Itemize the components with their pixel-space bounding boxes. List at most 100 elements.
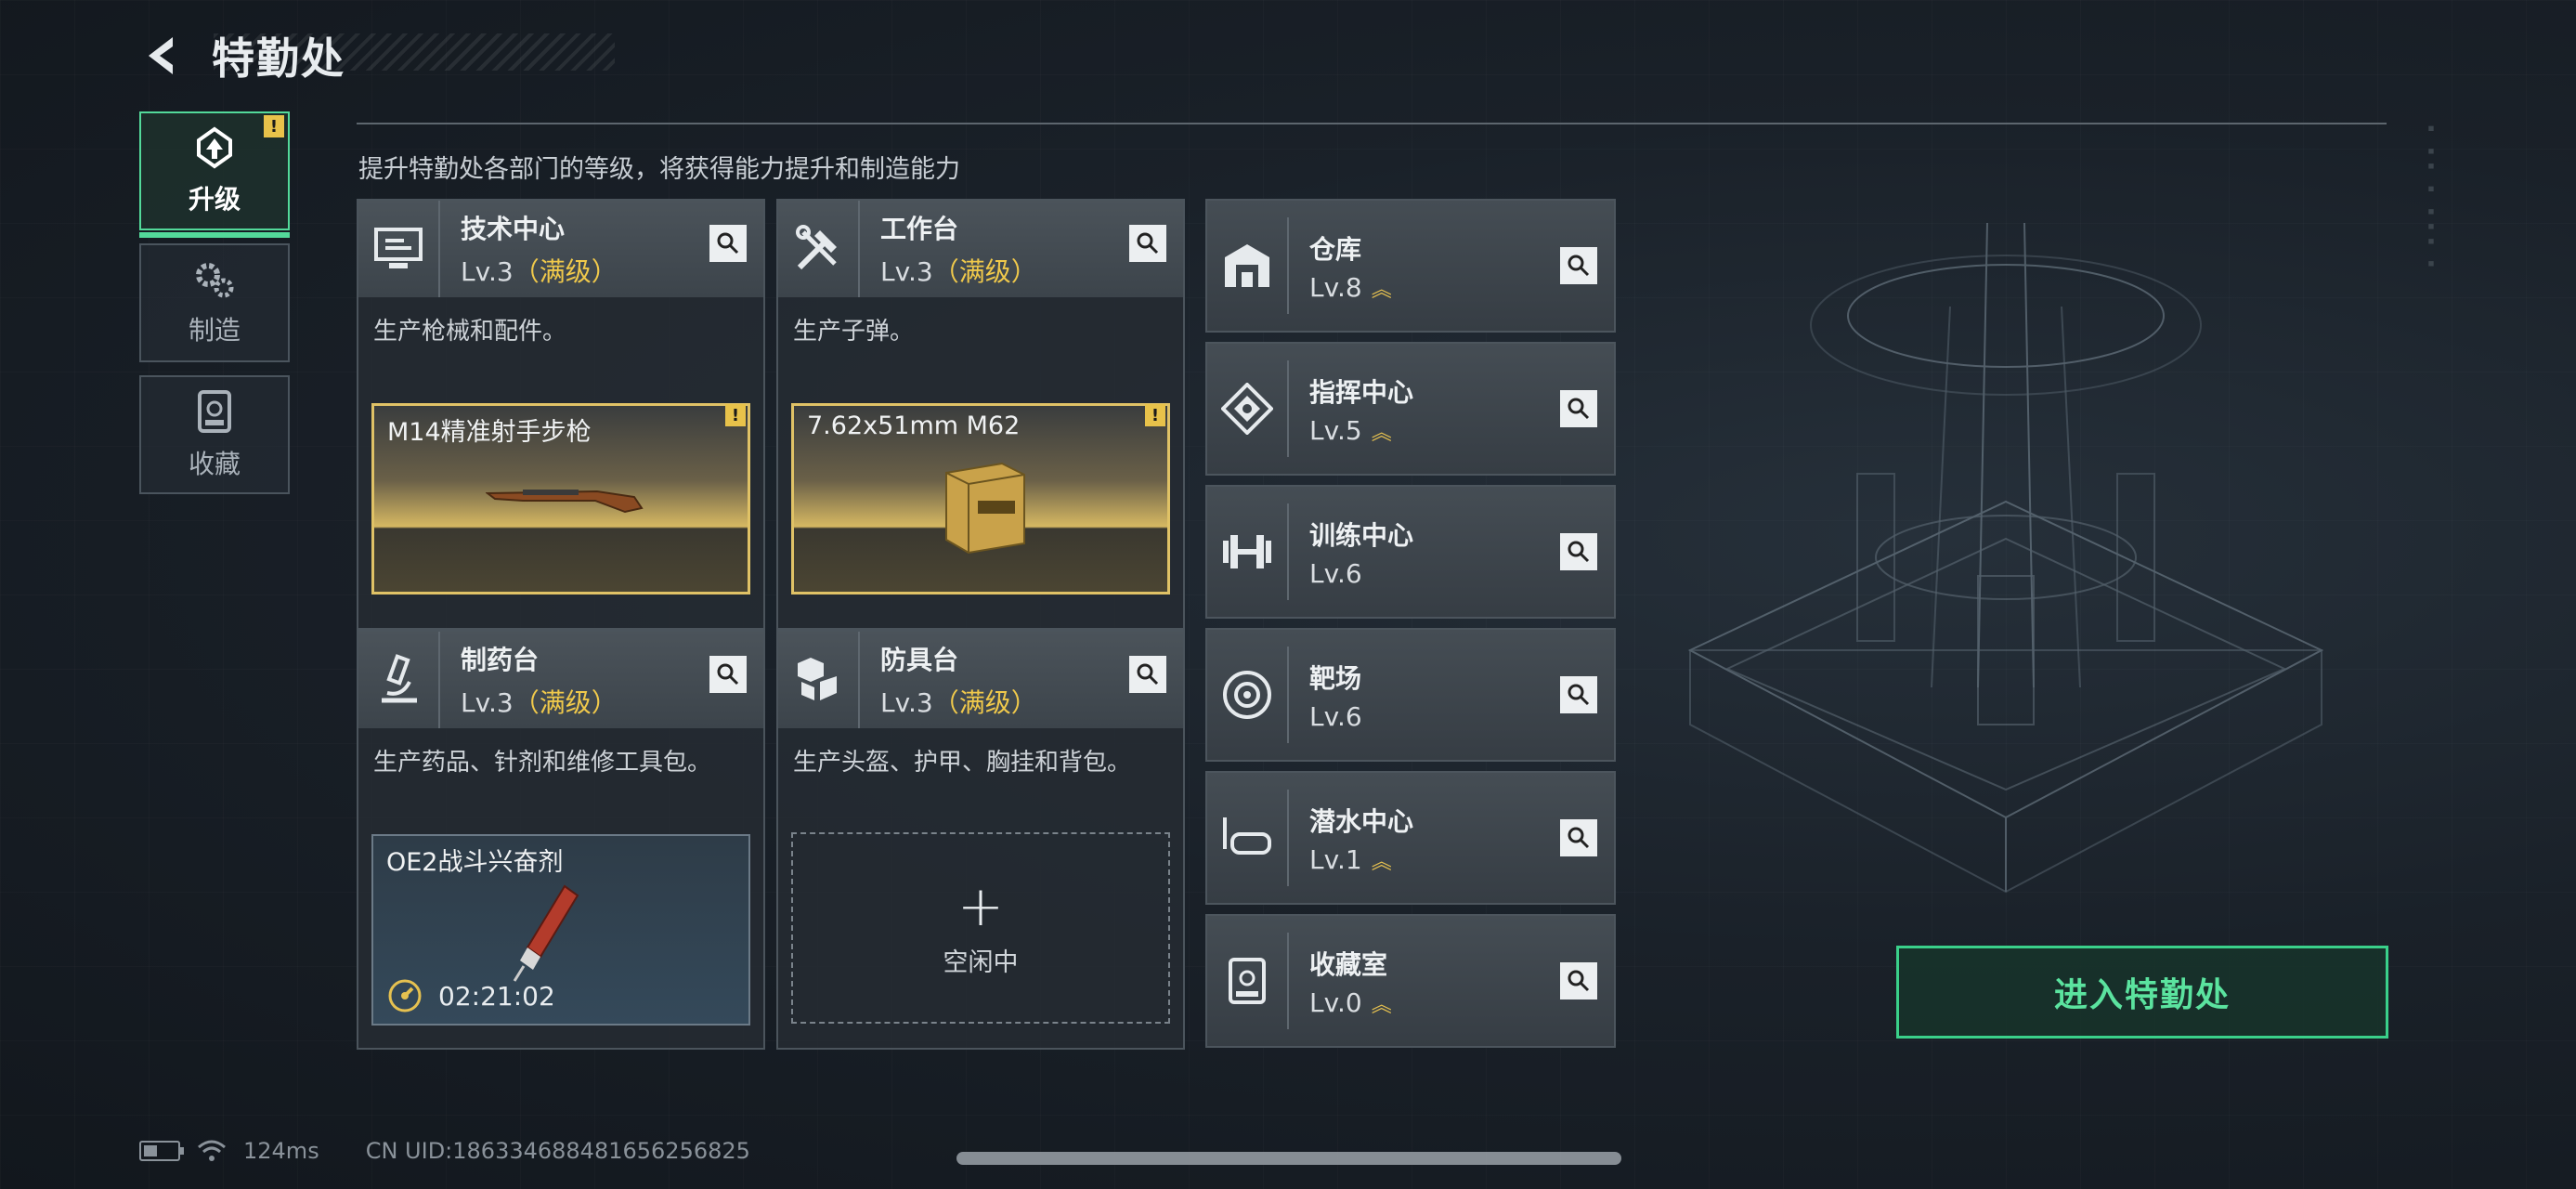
stimulant-syringe-image xyxy=(513,884,579,982)
department-card-workbench[interactable]: 工作台 Lv.3（满级） 生产子弹。 ! 7.62x51mm M62 xyxy=(776,199,1185,630)
department-row-command-center[interactable]: 指挥中心 Lv.5 ︽ xyxy=(1205,342,1616,476)
department-level: Lv.3 xyxy=(880,256,933,287)
nav-label: 升级 xyxy=(188,184,241,215)
department-level: Lv.1 xyxy=(1309,843,1362,875)
product-name: 7.62x51mm M62 xyxy=(807,412,1021,440)
alert-badge: ! xyxy=(725,404,746,426)
department-description: 生产药品、针剂和维修工具包。 xyxy=(373,749,712,777)
upgrade-available-icon: ︽ xyxy=(1371,421,1392,445)
department-level: Lv.8 xyxy=(1309,271,1362,303)
search-icon xyxy=(1568,827,1590,849)
card-header: 防具台 Lv.3（满级） xyxy=(778,632,1183,728)
enter-special-ops-button[interactable]: 进入特勤处 xyxy=(1896,946,2388,1039)
search-button[interactable] xyxy=(1129,656,1166,693)
department-name: 靶场 xyxy=(1309,662,1362,694)
search-button[interactable] xyxy=(709,656,747,693)
department-name: 收藏室 xyxy=(1309,948,1388,980)
department-row-shooting-range[interactable]: 靶场 Lv.6 xyxy=(1205,628,1616,762)
user-uid: CN UID:18633468848165625682​5 xyxy=(365,1138,750,1164)
command-center-icon xyxy=(1207,360,1289,457)
search-icon xyxy=(1568,970,1590,992)
side-nav: ! 升级 制造 收藏 xyxy=(139,111,292,507)
home-indicator[interactable] xyxy=(956,1152,1621,1165)
department-level: Lv.0 xyxy=(1309,986,1362,1018)
nav-label: 收藏 xyxy=(188,449,241,479)
alert-badge: ! xyxy=(1145,404,1165,426)
product-name: M14精准射手步枪 xyxy=(387,418,592,447)
department-row-collection-room[interactable]: 收藏室 Lv.0 ︽ xyxy=(1205,914,1616,1048)
production-slot[interactable]: ! M14精准射手步枪 xyxy=(371,403,750,594)
search-icon xyxy=(1568,541,1590,563)
department-name: 技术中心 xyxy=(461,214,566,244)
department-description: 生产子弹。 xyxy=(793,318,915,346)
collection-icon xyxy=(198,390,231,433)
max-level-tag: （满级） xyxy=(513,687,618,718)
card-header: 工作台 Lv.3（满级） xyxy=(778,201,1183,297)
production-slot[interactable]: ! 7.62x51mm M62 xyxy=(791,403,1170,594)
diving-mask-icon xyxy=(1207,790,1289,886)
department-level: Lv.6 xyxy=(1309,557,1362,589)
department-row-training-center[interactable]: 训练中心 Lv.6 xyxy=(1205,485,1616,619)
search-button[interactable] xyxy=(1560,247,1597,284)
back-chevron-icon[interactable] xyxy=(139,32,188,80)
add-icon: + xyxy=(956,873,1005,939)
department-row-warehouse[interactable]: 仓库 Lv.8 ︽ xyxy=(1205,199,1616,333)
search-icon xyxy=(1568,255,1590,277)
department-name: 潜水中心 xyxy=(1309,805,1414,837)
department-level: Lv.3 xyxy=(461,687,514,718)
department-name: 指挥中心 xyxy=(1309,376,1414,408)
department-name: 训练中心 xyxy=(1309,519,1414,551)
target-icon xyxy=(1207,647,1289,743)
timer-text: 02:21:02 xyxy=(438,980,555,1012)
card-header: 技术中心 Lv.3（满级） xyxy=(358,201,763,297)
search-button[interactable] xyxy=(709,225,747,262)
idle-label: 空闲中 xyxy=(943,947,1019,977)
department-name: 仓库 xyxy=(1309,233,1362,265)
production-timer: 02:21:02 xyxy=(386,977,555,1014)
dumbbell-icon xyxy=(1207,503,1289,600)
nav-item-collection[interactable]: 收藏 xyxy=(139,375,290,494)
search-button[interactable] xyxy=(1560,533,1597,570)
ping-text: 124ms xyxy=(243,1138,319,1164)
department-card-armor-bench[interactable]: 防具台 Lv.3（满级） 生产头盔、护甲、胸挂和背包。 + 空闲中 xyxy=(776,630,1185,1050)
upgrade-available-icon: ︽ xyxy=(1371,993,1392,1017)
alert-badge: ! xyxy=(264,115,284,137)
collection-room-icon xyxy=(1207,933,1289,1029)
upgrade-available-icon: ︽ xyxy=(1371,850,1392,874)
warehouse-icon xyxy=(1207,217,1289,314)
nav-item-upgrade[interactable]: ! 升级 xyxy=(139,111,290,238)
card-header: 制药台 Lv.3（满级） xyxy=(358,632,763,728)
battery-icon xyxy=(139,1141,184,1161)
search-button[interactable] xyxy=(1560,390,1597,427)
base-building-illustration xyxy=(1687,222,2324,894)
search-icon xyxy=(1137,232,1159,255)
computer-icon xyxy=(358,201,440,297)
gears-icon xyxy=(196,263,234,298)
idle-production-slot[interactable]: + 空闲中 xyxy=(791,832,1170,1024)
page-subtitle: 提升特勤处各部门的等级，将获得能力提升和制造能力 xyxy=(358,155,960,184)
status-bar: 124ms CN UID:18633468848165625682​5 xyxy=(139,1138,750,1164)
department-level: Lv.5 xyxy=(1309,414,1362,446)
ammo-box-image xyxy=(945,462,1025,555)
stopwatch-icon xyxy=(388,979,422,1013)
production-slot[interactable]: OE2战斗兴奋剂 02:21:02 xyxy=(371,834,750,1026)
search-button[interactable] xyxy=(1129,225,1166,262)
microscope-icon xyxy=(358,632,440,728)
nav-item-craft[interactable]: 制造 xyxy=(139,243,290,362)
product-name: OE2战斗兴奋剂 xyxy=(386,848,564,877)
department-card-tech-center[interactable]: 技术中心 Lv.3（满级） 生产枪械和配件。 ! M14精准射手步枪 xyxy=(357,199,765,630)
department-level: Lv.3 xyxy=(461,256,514,287)
department-level: Lv.6 xyxy=(1309,700,1362,732)
department-description: 生产头盔、护甲、胸挂和背包。 xyxy=(793,749,1132,777)
tools-icon xyxy=(778,201,860,297)
rifle-image xyxy=(486,490,644,514)
armor-boxes-icon xyxy=(778,632,860,728)
search-icon xyxy=(717,232,739,255)
search-icon xyxy=(717,663,739,686)
search-button[interactable] xyxy=(1560,676,1597,713)
department-row-diving-center[interactable]: 潜水中心 Lv.1 ︽ xyxy=(1205,771,1616,905)
search-button[interactable] xyxy=(1560,962,1597,1000)
search-button[interactable] xyxy=(1560,819,1597,856)
department-card-pharmacy[interactable]: 制药台 Lv.3（满级） 生产药品、针剂和维修工具包。 OE2战斗兴奋剂 02:… xyxy=(357,630,765,1050)
department-level: Lv.3 xyxy=(880,687,933,718)
